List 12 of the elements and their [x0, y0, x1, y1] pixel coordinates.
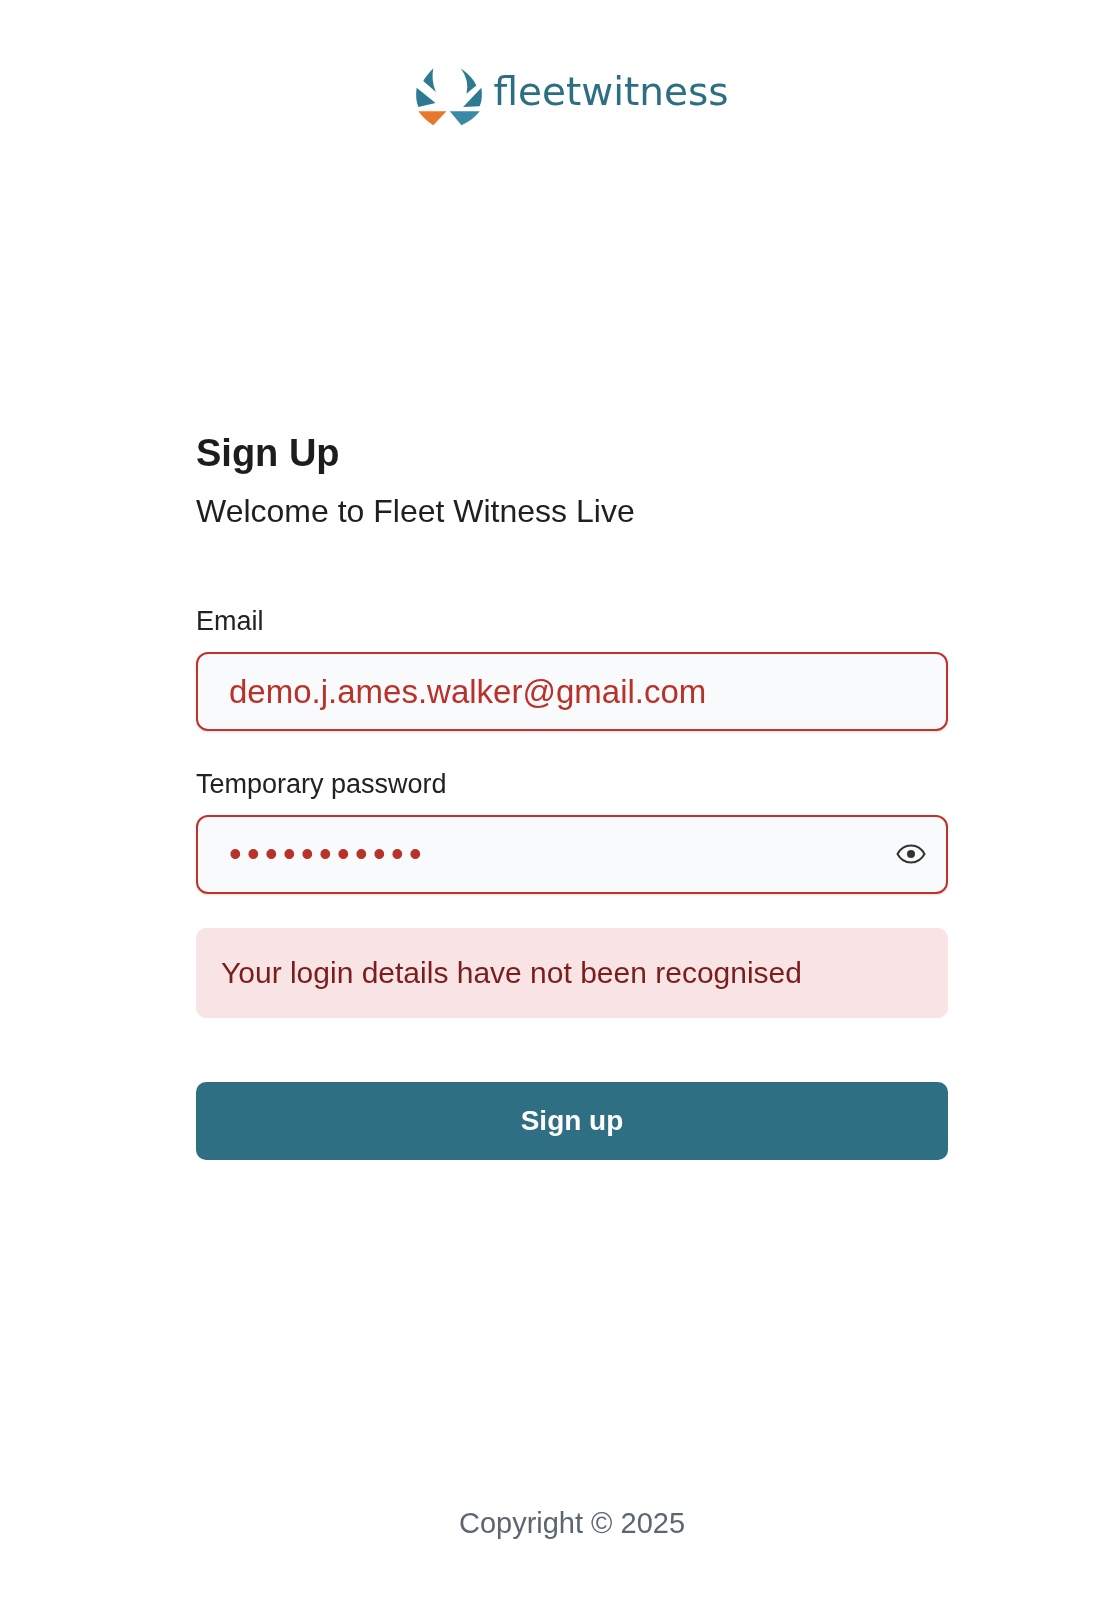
email-field[interactable]: demo.j.ames.walker@gmail.com [196, 652, 948, 731]
eye-icon[interactable] [896, 844, 926, 865]
page-title: Sign Up [196, 431, 341, 476]
sign-up-button[interactable]: Sign up [196, 1082, 948, 1160]
logo-wordmark: fleetwitness [493, 72, 729, 111]
logo-icon [415, 67, 484, 127]
page-subtitle: Welcome to Fleet Witness Live [196, 491, 636, 530]
error-message: Your login details have not been recognised [196, 928, 948, 1018]
password-field[interactable]: ••••••••••• [196, 815, 948, 894]
copyright-text: Copyright © 2025 [458, 1507, 686, 1539]
field-label: Temporary password [196, 768, 448, 800]
field-label: Email [196, 605, 265, 637]
